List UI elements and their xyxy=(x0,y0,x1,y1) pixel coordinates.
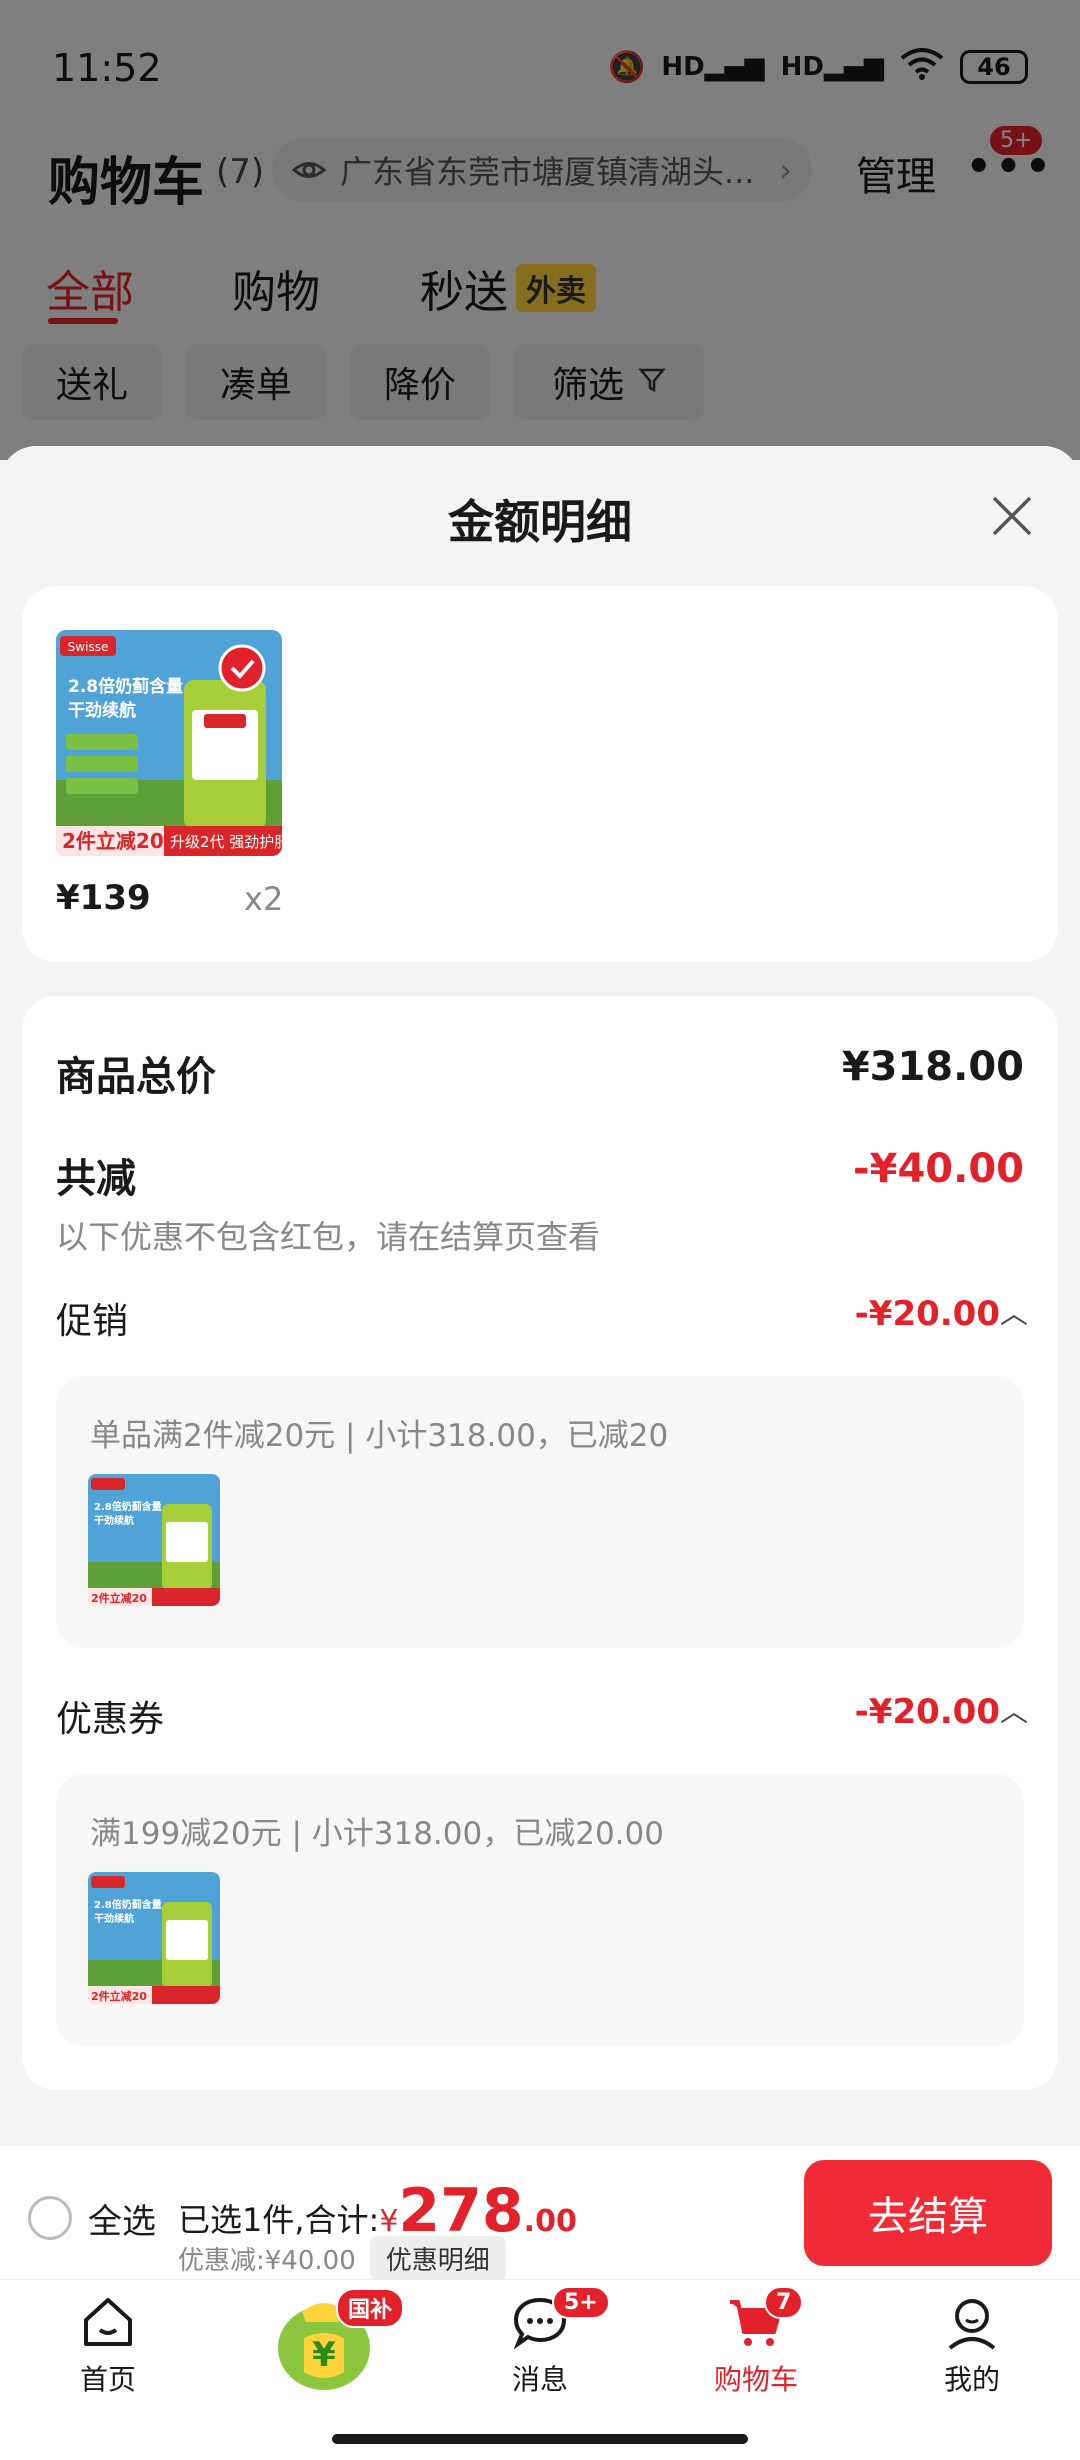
promo-detail-text: 单品满2件减20元 | 小计318.00，已减20 xyxy=(90,1418,669,1454)
svg-text:¥: ¥ xyxy=(312,2335,336,2375)
tab-cart[interactable]: 购物车 xyxy=(676,2292,836,2398)
sheet-title: 金额明细 xyxy=(448,495,632,549)
product-card: Swisse 2.8倍奶蓟含量 干劲续航 2件立减20 升级2代 强劲护肝 ¥1… xyxy=(22,586,1058,962)
user-icon xyxy=(942,2292,1002,2352)
dim-overlay[interactable] xyxy=(0,0,1080,460)
tab-messages-label: 消息 xyxy=(511,2363,568,2396)
promo-value: -¥20.00 xyxy=(854,1294,1000,1334)
chevron-up-icon[interactable]: ︿ xyxy=(1000,1292,1028,1332)
total-decimal: .00 xyxy=(523,2204,577,2239)
reduce-note: 以下优惠不包含红包，请在结算页查看 xyxy=(56,1218,601,1256)
total-price-value: ¥318.00 xyxy=(841,1044,1024,1090)
svg-text:干劲续航: 干劲续航 xyxy=(68,700,136,721)
tab-home-label: 首页 xyxy=(79,2363,136,2396)
tab-home[interactable]: 首页 xyxy=(28,2292,188,2398)
breakdown-card: 商品总价 ¥318.00 共减 -¥40.00 以下优惠不包含红包，请在结算页查… xyxy=(22,996,1058,2090)
svg-text:干劲续航: 干劲续航 xyxy=(94,1912,134,1925)
promo-detail-box: 单品满2件减20元 | 小计318.00，已减20 2.8倍奶蓟含量 干劲续航 … xyxy=(56,1376,1024,1648)
home-icon xyxy=(78,2292,138,2352)
discount-text: 优惠减:¥40.00 xyxy=(178,2246,356,2276)
discount-line: 优惠减:¥40.00 优惠明细 xyxy=(178,2236,506,2281)
svg-text:2.8倍奶蓟含量: 2.8倍奶蓟含量 xyxy=(68,676,183,697)
guobu-badge: 国补 xyxy=(336,2288,405,2328)
svg-text:干劲续航: 干劲续航 xyxy=(94,1514,134,1527)
svg-text:2件立减20: 2件立减20 xyxy=(62,829,164,853)
home-indicator[interactable] xyxy=(332,2434,748,2444)
coupon-product-image[interactable]: 2.8倍奶蓟含量 干劲续航 2件立减20 xyxy=(88,1872,220,2004)
coupon-label: 优惠券 xyxy=(56,1699,165,1740)
svg-text:Swisse: Swisse xyxy=(68,640,109,654)
select-all-checkbox[interactable] xyxy=(28,2196,72,2240)
promo-label: 促销 xyxy=(56,1301,129,1342)
messages-badge: 5+ xyxy=(552,2286,610,2319)
tab-cart-label: 购物车 xyxy=(713,2363,798,2396)
checkout-button[interactable]: 去结算 xyxy=(804,2160,1052,2266)
product-price: ¥139 xyxy=(56,878,151,918)
chevron-up-icon[interactable]: ︿ xyxy=(1000,1690,1028,1730)
reduce-label: 共减 xyxy=(56,1156,136,1202)
discount-detail-button[interactable]: 优惠明细 xyxy=(369,2236,506,2281)
coupon-detail-box: 满199减20元 | 小计318.00，已减20.00 2.8倍奶蓟含量 干劲续… xyxy=(56,1774,1024,2046)
close-icon[interactable] xyxy=(986,490,1038,542)
select-all-label[interactable]: 全选 xyxy=(88,2194,156,2243)
reduce-value: -¥40.00 xyxy=(853,1146,1024,1192)
svg-text:升级2代 强劲护肝: 升级2代 强劲护肝 xyxy=(170,833,282,851)
cart-badge: 7 xyxy=(764,2286,804,2319)
product-image[interactable]: Swisse 2.8倍奶蓟含量 干劲续航 2件立减20 升级2代 强劲护肝 xyxy=(56,630,282,856)
tab-profile[interactable]: 我的 xyxy=(892,2292,1052,2398)
selected-prefix: 已选1件,合计: xyxy=(178,2201,380,2239)
svg-text:2件立减20: 2件立减20 xyxy=(91,1591,147,1605)
checkout-bar: 全选 已选1件,合计: ¥ 278 .00 优惠减:¥40.00 优惠明细 去结… xyxy=(0,2146,1080,2281)
svg-text:2.8倍奶蓟含量: 2.8倍奶蓟含量 xyxy=(94,1500,162,1513)
promo-product-image[interactable]: 2.8倍奶蓟含量 干劲续航 2件立减20 xyxy=(88,1474,220,1606)
price-detail-sheet: 金额明细 Swisse 2.8倍奶蓟含量 干劲续航 2件立减20 升级2代 强劲… xyxy=(0,446,1080,2146)
tab-profile-label: 我的 xyxy=(943,2363,1000,2396)
product-quantity: x2 xyxy=(244,880,284,918)
svg-text:2件立减20: 2件立减20 xyxy=(91,1989,147,2003)
total-price-label: 商品总价 xyxy=(56,1054,216,1100)
bottom-tab-bar: 首页 ¥ 国补 消息 5+ 购物车 7 我的 xyxy=(0,2280,1080,2416)
svg-text:2.8倍奶蓟含量: 2.8倍奶蓟含量 xyxy=(94,1898,162,1911)
coupon-detail-text: 满199减20元 | 小计318.00，已减20.00 xyxy=(90,1816,664,1852)
total-currency: ¥ xyxy=(379,2204,399,2239)
coupon-value: -¥20.00 xyxy=(854,1692,1000,1732)
